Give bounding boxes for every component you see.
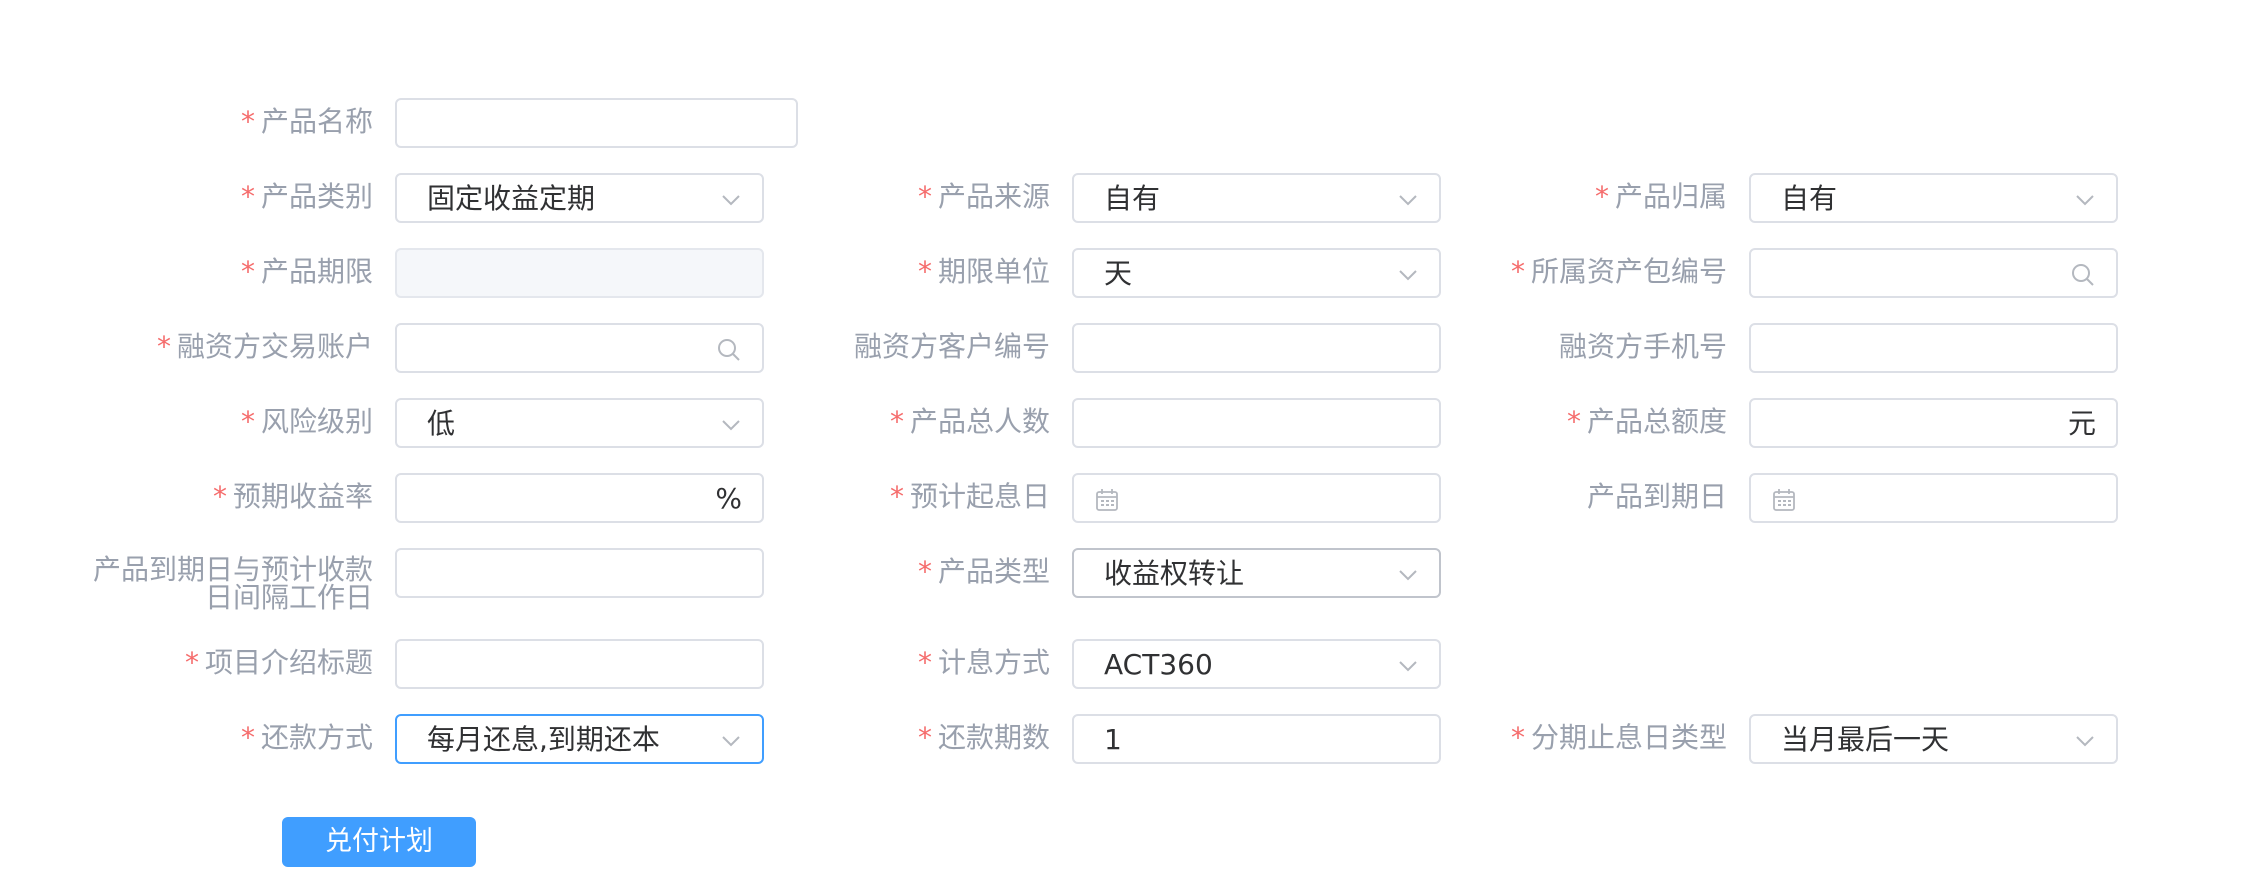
chevron-down-icon xyxy=(722,195,740,206)
product-owner-label: * 产品归属 xyxy=(1594,180,1727,213)
financier-account-input[interactable] xyxy=(395,323,764,373)
financier-customer-no-label: 融资方客户编号 xyxy=(853,330,1050,363)
expected-rate-label: * 预期收益率 xyxy=(212,480,373,513)
chevron-down-icon xyxy=(2076,195,2094,206)
financier-phone-input[interactable] xyxy=(1749,323,2118,373)
product-type-value: 收益权转让 xyxy=(1104,557,1245,590)
chevron-down-icon xyxy=(1399,661,1417,672)
chevron-down-icon xyxy=(2076,736,2094,747)
product-category-select[interactable]: 固定收益定期 xyxy=(395,173,764,223)
installment-stop-type-label: * 分期止息日类型 xyxy=(1510,721,1727,754)
product-type-label: * 产品类型 xyxy=(917,555,1050,588)
repay-periods-input[interactable]: 1 xyxy=(1072,714,1441,764)
product-type-select[interactable]: 收益权转让 xyxy=(1072,548,1441,598)
repay-periods-label: * 还款期数 xyxy=(917,721,1050,754)
product-name-input[interactable] xyxy=(395,98,798,148)
currency-suffix: 元 xyxy=(2067,407,2096,440)
interest-method-select[interactable]: ACT360 xyxy=(1072,639,1441,689)
interval-days-label: 产品到期日与预计收款 日间隔工作日 xyxy=(92,553,373,614)
financier-account-label: * 融资方交易账户 xyxy=(156,330,373,363)
total-amount-label: * 产品总额度 xyxy=(1566,405,1727,438)
chevron-down-icon xyxy=(722,420,740,431)
chevron-down-icon xyxy=(1399,195,1417,206)
value-date-label: * 预计起息日 xyxy=(889,480,1050,513)
product-source-select[interactable]: 自有 xyxy=(1072,173,1441,223)
search-icon[interactable] xyxy=(716,337,742,363)
product-name-label: * 产品名称 xyxy=(240,105,373,138)
product-source-label: * 产品来源 xyxy=(917,180,1050,213)
interest-method-label: * 计息方式 xyxy=(917,646,1050,679)
search-icon[interactable] xyxy=(2070,262,2096,288)
chevron-down-icon xyxy=(1399,270,1417,281)
expected-rate-input[interactable]: % xyxy=(395,473,764,523)
risk-level-value: 低 xyxy=(427,407,456,440)
product-category-value: 固定收益定期 xyxy=(427,182,596,215)
product-owner-select[interactable]: 自有 xyxy=(1749,173,2118,223)
product-term-label: * 产品期限 xyxy=(240,255,373,288)
repay-method-value: 每月还息,到期还本 xyxy=(427,723,660,756)
asset-package-no-label: * 所属资产包编号 xyxy=(1510,255,1727,288)
product-term-input xyxy=(395,248,764,298)
product-category-label: * 产品类别 xyxy=(240,180,373,213)
maturity-date-picker[interactable] xyxy=(1749,473,2118,523)
calendar-icon xyxy=(1773,489,1795,511)
chevron-down-icon xyxy=(722,736,740,747)
calendar-icon xyxy=(1096,489,1118,511)
project-title-input[interactable] xyxy=(395,639,764,689)
maturity-date-label: 产品到期日 xyxy=(1586,480,1727,513)
chevron-down-icon xyxy=(1399,570,1417,581)
installment-stop-type-select[interactable]: 当月最后一天 xyxy=(1749,714,2118,764)
risk-level-label: * 风险级别 xyxy=(240,405,373,438)
total-amount-input[interactable]: 元 xyxy=(1749,398,2118,448)
value-date-picker[interactable] xyxy=(1072,473,1441,523)
repay-method-select[interactable]: 每月还息,到期还本 xyxy=(395,714,764,764)
payment-plan-button[interactable]: 兑付计划 xyxy=(282,817,476,867)
product-source-value: 自有 xyxy=(1104,182,1161,215)
term-unit-value: 天 xyxy=(1104,257,1133,290)
total-people-label: * 产品总人数 xyxy=(889,405,1050,438)
term-unit-select[interactable]: 天 xyxy=(1072,248,1441,298)
interval-days-input[interactable] xyxy=(395,548,764,598)
project-title-label: * 项目介绍标题 xyxy=(184,646,373,679)
risk-level-select[interactable]: 低 xyxy=(395,398,764,448)
financier-customer-no-input[interactable] xyxy=(1072,323,1441,373)
product-owner-value: 自有 xyxy=(1781,182,1838,215)
repay-periods-value: 1 xyxy=(1104,723,1122,756)
repay-method-label: * 还款方式 xyxy=(240,721,373,754)
term-unit-label: * 期限单位 xyxy=(917,255,1050,288)
financier-phone-label: 融资方手机号 xyxy=(1558,330,1727,363)
installment-stop-type-value: 当月最后一天 xyxy=(1781,723,1950,756)
total-people-input[interactable] xyxy=(1072,398,1441,448)
percent-suffix: % xyxy=(715,482,742,515)
interest-method-value: ACT360 xyxy=(1104,648,1213,681)
asset-package-no-input[interactable] xyxy=(1749,248,2118,298)
